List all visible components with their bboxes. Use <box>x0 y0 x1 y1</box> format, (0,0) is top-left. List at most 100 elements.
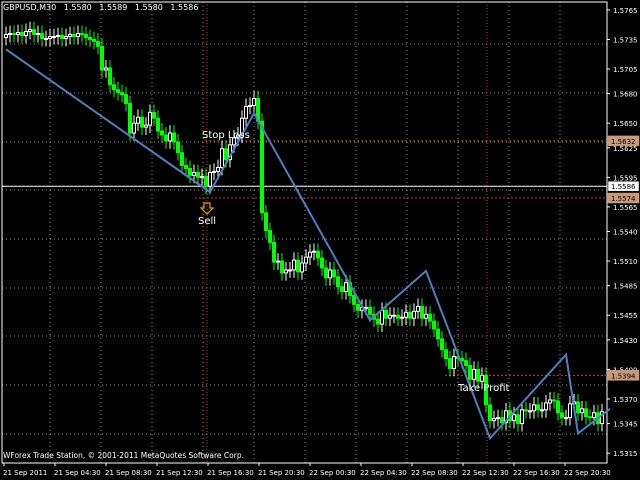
candle-bull[interactable] <box>36 33 40 36</box>
candle-bear[interactable] <box>84 34 88 38</box>
candle-bear[interactable] <box>588 416 592 419</box>
candle-bear[interactable] <box>384 309 388 319</box>
candle-bull[interactable] <box>144 124 148 128</box>
candle-bear[interactable] <box>500 417 504 424</box>
candle-bear[interactable] <box>140 116 144 128</box>
candle-bull[interactable] <box>304 256 308 264</box>
candle-bull[interactable] <box>44 37 48 40</box>
candle-bull[interactable] <box>548 399 552 404</box>
candle-bull[interactable] <box>192 171 196 176</box>
candle-bull[interactable] <box>284 269 288 274</box>
candle-bear[interactable] <box>124 94 128 104</box>
candle-bull[interactable] <box>76 33 80 37</box>
candle-bull[interactable] <box>24 31 28 36</box>
candle-bull[interactable] <box>56 34 60 37</box>
candle-bear[interactable] <box>116 89 120 94</box>
candle-bull[interactable] <box>380 309 384 325</box>
candle-bear[interactable] <box>428 313 432 322</box>
candle-bull[interactable] <box>136 116 140 124</box>
candle-bull[interactable] <box>276 260 280 263</box>
candle-bear[interactable] <box>476 368 480 382</box>
candle-bull[interactable] <box>168 132 172 142</box>
price-chart[interactable]: 1.57651.57351.57051.56801.56501.56251.55… <box>0 0 640 480</box>
candle-bull[interactable] <box>416 305 420 312</box>
candle-bull[interactable] <box>328 269 332 279</box>
candle-bull[interactable] <box>148 111 152 126</box>
candle-bear[interactable] <box>12 33 16 36</box>
candle-bull[interactable] <box>580 408 584 414</box>
candle-bull[interactable] <box>48 35 52 39</box>
candle-bear[interactable] <box>556 400 560 414</box>
candle-bull[interactable] <box>544 402 548 411</box>
candle-bear[interactable] <box>176 141 180 154</box>
candle-bear[interactable] <box>468 364 472 380</box>
candle-bull[interactable] <box>208 171 212 187</box>
candle-bull[interactable] <box>292 259 296 271</box>
candle-bull[interactable] <box>452 356 456 369</box>
candle-bull[interactable] <box>220 148 224 168</box>
candle-bear[interactable] <box>224 148 228 161</box>
candle-bull[interactable] <box>68 34 72 37</box>
candle-bull[interactable] <box>200 175 204 178</box>
candle-bull[interactable] <box>104 67 108 71</box>
candle-bull[interactable] <box>4 34 8 38</box>
candle-bear[interactable] <box>524 409 528 412</box>
candle-bear[interactable] <box>436 328 440 340</box>
candle-bear[interactable] <box>420 305 424 319</box>
candle-bear[interactable] <box>80 33 84 36</box>
candle-bull[interactable] <box>364 306 368 309</box>
candle-bull[interactable] <box>520 409 524 425</box>
candle-bear[interactable] <box>164 134 168 142</box>
candle-bear[interactable] <box>20 32 24 36</box>
candle-bear[interactable] <box>272 241 276 263</box>
candle-bear[interactable] <box>296 259 300 273</box>
candle-bull[interactable] <box>496 417 500 420</box>
candle-bear[interactable] <box>536 404 540 411</box>
candle-bull[interactable] <box>472 368 476 380</box>
candle-bear[interactable] <box>552 399 556 402</box>
candle-bull[interactable] <box>480 374 484 382</box>
candle-bull[interactable] <box>392 314 396 317</box>
candle-bull[interactable] <box>512 414 516 422</box>
candle-bear[interactable] <box>516 414 520 425</box>
candle-bull[interactable] <box>248 104 252 107</box>
candle-bull[interactable] <box>592 412 596 419</box>
candle-bull[interactable] <box>412 310 416 319</box>
candle-bull[interactable] <box>404 311 408 318</box>
candle-bull[interactable] <box>424 313 428 319</box>
candle-bull[interactable] <box>52 35 56 38</box>
candle-bull[interactable] <box>252 98 256 106</box>
candle-bull[interactable] <box>212 170 216 173</box>
candle-bull[interactable] <box>532 404 536 412</box>
candle-bear[interactable] <box>408 311 412 319</box>
candle-bull[interactable] <box>492 418 496 422</box>
candle-bear[interactable] <box>260 120 264 214</box>
candle-bear[interactable] <box>188 167 192 176</box>
candle-bear[interactable] <box>180 152 184 167</box>
candle-bear[interactable] <box>32 29 36 36</box>
candle-bull[interactable] <box>400 316 404 319</box>
candle-bull[interactable] <box>28 29 32 33</box>
candle-bear[interactable] <box>340 286 344 293</box>
candle-bear[interactable] <box>280 260 284 274</box>
candle-bear[interactable] <box>112 84 116 91</box>
candle-bear[interactable] <box>464 360 468 366</box>
candle-bear[interactable] <box>440 338 444 351</box>
candle-bear[interactable] <box>316 250 320 259</box>
candle-bear[interactable] <box>444 349 448 360</box>
candle-bear[interactable] <box>156 117 160 132</box>
candle-bear[interactable] <box>100 45 104 71</box>
candle-bear[interactable] <box>332 269 336 278</box>
candle-bull[interactable] <box>300 262 304 273</box>
candle-bear[interactable] <box>92 38 96 42</box>
candle-bear[interactable] <box>396 314 400 319</box>
candle-bull[interactable] <box>540 409 544 412</box>
candle-bull[interactable] <box>216 166 220 172</box>
candle-bear[interactable] <box>88 36 92 40</box>
candle-bear[interactable] <box>204 175 208 187</box>
candle-bear[interactable] <box>368 306 372 315</box>
candle-bull[interactable] <box>308 251 312 258</box>
candle-bear[interactable] <box>160 130 164 136</box>
candle-bull[interactable] <box>528 410 532 413</box>
candle-bull[interactable] <box>568 403 572 419</box>
